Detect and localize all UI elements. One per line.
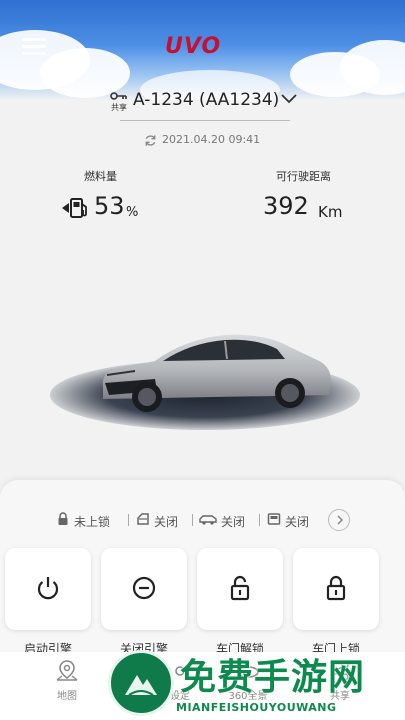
fuel-label: 燃料量: [84, 170, 117, 183]
menu-icon[interactable]: [22, 36, 46, 56]
status-more-button[interactable]: [328, 509, 350, 531]
refresh-icon[interactable]: [144, 134, 157, 147]
fuel-unit: %: [126, 205, 139, 220]
window-icon: [267, 513, 281, 525]
tab-map[interactable]: 地图: [37, 658, 97, 702]
car-image: [102, 334, 331, 412]
status-divider: [192, 514, 193, 526]
share-label: 共享: [111, 103, 127, 112]
update-timestamp: 2021.04.20 09:41: [162, 133, 261, 146]
chevron-right-icon: [337, 515, 344, 525]
watermark-subtitle: MIANFEISHOUYOUWANG: [176, 701, 337, 714]
range-unit: Km: [318, 203, 343, 221]
door-lock-button[interactable]: [293, 548, 379, 630]
status-divider: [259, 514, 260, 526]
stop-engine-button[interactable]: [101, 548, 187, 630]
map-pin-icon: [56, 660, 78, 681]
lock-icon: [326, 575, 346, 601]
tab-map-label: 地图: [57, 691, 77, 702]
status-lock-text: 未上锁: [74, 515, 111, 529]
car-trunk-icon: [199, 515, 217, 525]
status-trunk-text: 关闭: [221, 515, 246, 529]
fuel-pump-icon: [62, 198, 87, 218]
watermark-logo: [108, 650, 174, 716]
status-divider: [128, 514, 129, 526]
stop-icon: [132, 576, 156, 600]
vehicle-divider: [120, 120, 290, 121]
door-unlock-button[interactable]: [197, 548, 283, 630]
power-icon: [37, 577, 59, 600]
car-door-icon: [137, 513, 149, 525]
start-engine-button[interactable]: [5, 548, 91, 630]
share-badge: 共享: [108, 91, 130, 113]
range-value: 392: [263, 192, 309, 220]
fuel-value: 53: [94, 192, 125, 220]
chevron-down-icon[interactable]: [281, 94, 297, 104]
range-label: 可行驶距离: [276, 170, 331, 183]
key-icon: [110, 92, 127, 100]
unlock-icon: [230, 575, 250, 601]
status-door-text: 关闭: [154, 515, 179, 529]
app-logo: UVO: [165, 34, 222, 59]
vehicle-selector[interactable]: A-1234 (AA1234): [133, 90, 279, 110]
lock-icon: [58, 512, 68, 525]
watermark-mountain-icon: [125, 675, 157, 696]
watermark-title: 免费手游网: [180, 657, 366, 698]
status-window-text: 关闭: [285, 515, 310, 529]
